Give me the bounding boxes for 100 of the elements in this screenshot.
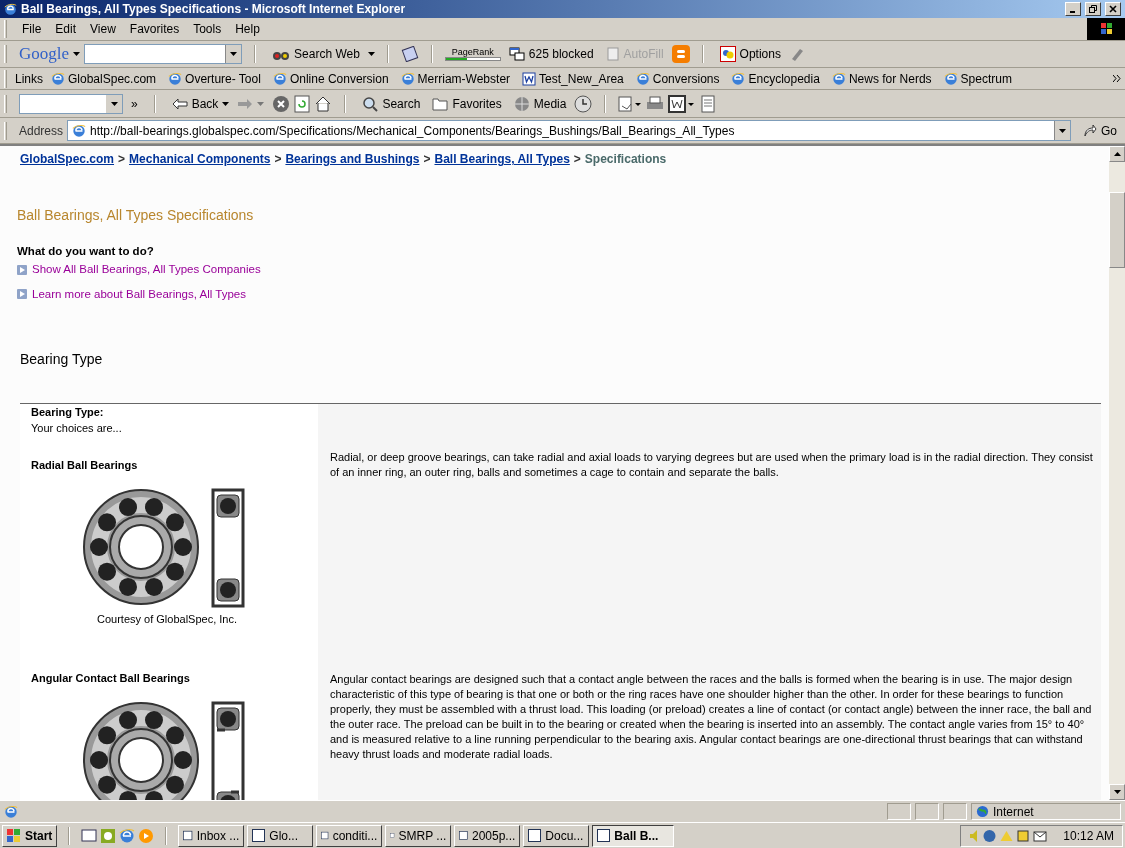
caret-icon (1059, 128, 1066, 133)
search-field[interactable] (84, 44, 243, 64)
app-icon (321, 829, 329, 842)
start-button[interactable]: Start (2, 824, 58, 847)
search-button[interactable]: Search (358, 94, 425, 113)
document-icon[interactable] (700, 94, 717, 113)
taskbar-button[interactable]: Inbox ... (178, 824, 245, 847)
clock: 10:12 AM (1063, 827, 1114, 845)
browser-icon (51, 71, 65, 86)
left-arrow-icon (171, 97, 188, 110)
taskbar-button[interactable]: Docu... (523, 824, 590, 847)
browser-icon (119, 827, 136, 844)
link-button[interactable]: Conversions (635, 69, 720, 88)
breadcrumb-separator: > (423, 151, 431, 168)
google-logo[interactable]: Google (19, 41, 81, 67)
windows-icon (508, 47, 525, 61)
blogger-icon (671, 45, 690, 63)
up-arrow-icon[interactable] (1113, 152, 1121, 156)
taskbar-button[interactable]: conditi... (316, 824, 383, 847)
breadcrumb-link[interactable]: Ball Bearings, All Types (434, 150, 570, 168)
caret-icon (230, 52, 238, 56)
link-button[interactable]: News for Nerds (831, 69, 932, 88)
vertical-scrollbar[interactable] (1109, 146, 1125, 800)
breadcrumb-link[interactable]: GlobalSpec.com (20, 150, 115, 168)
window-title: Ball Bearings, All Types Specifications - Microsoft Internet Explorer (21, 1, 407, 18)
link-button[interactable]: Encyclopedia (731, 69, 820, 88)
close-icon (1109, 5, 1117, 13)
link-button[interactable]: Spectrum (943, 69, 1012, 88)
breadcrumb-separator: > (573, 151, 581, 168)
menu-item[interactable]: Help (228, 20, 267, 38)
popup-blocker-button[interactable]: 625 blocked (504, 45, 598, 63)
menu-item[interactable]: Favorites (122, 20, 187, 38)
browser-icon (731, 71, 746, 86)
section-heading: Bearing Type (20, 349, 104, 369)
search-web-button[interactable]: Search Web (268, 45, 364, 63)
bearing-name: Angular Contact Ball Bearings (31, 670, 191, 686)
menu-item[interactable]: Tools (186, 20, 229, 38)
caret-icon (367, 52, 375, 56)
caret-icon (73, 52, 81, 56)
history-icon[interactable] (574, 94, 593, 113)
taskbar-button[interactable]: 2005p... (454, 824, 521, 847)
envelope-icon[interactable] (1033, 828, 1048, 843)
browser-icon (4, 804, 18, 819)
link-button[interactable]: Merriam-Webster (400, 69, 511, 88)
go-button[interactable]: Go (1075, 121, 1125, 140)
chevron-button[interactable]: » (127, 94, 142, 113)
windows-logo-icon (1087, 18, 1125, 40)
taskbar-button[interactable]: SMRP ... (385, 824, 452, 847)
taskbar-button[interactable]: Glo... (247, 824, 314, 847)
windows-logo-icon (7, 828, 21, 843)
app-icon (183, 829, 193, 842)
dropdown-field[interactable] (19, 93, 123, 114)
chevron-icon[interactable] (1113, 75, 1121, 82)
media-player-icon[interactable] (138, 827, 155, 844)
back-button[interactable]: Back (167, 94, 234, 113)
action-link[interactable]: Learn more about Ball Bearings, All Types (17, 285, 1101, 303)
page-title: Ball Bearings, All Types Specifications (17, 206, 255, 225)
taskbar-button[interactable]: Ball B... (592, 824, 675, 847)
menu-item[interactable]: File (15, 20, 49, 38)
links-label: Links (15, 70, 43, 88)
zone-panel: Internet (971, 803, 1121, 820)
restore-button[interactable] (1085, 2, 1101, 16)
breadcrumb-link[interactable]: Bearings and Bushings (285, 150, 420, 168)
scroll-thumb[interactable] (1109, 192, 1125, 268)
breadcrumb-link[interactable]: Mechanical Components (129, 150, 271, 168)
link-button[interactable]: Test_New_Area (522, 69, 624, 88)
breadcrumb-separator: > (118, 151, 126, 168)
app-icon (528, 829, 542, 842)
prompt-heading: What do you want to do? (17, 244, 155, 259)
menu-item[interactable]: View (83, 20, 123, 38)
action-link[interactable]: Show All Ball Bearings, All Types Companies (17, 261, 1101, 279)
stop-icon[interactable] (272, 94, 291, 113)
favorites-button[interactable]: Favorites (428, 94, 506, 113)
breadcrumb-current: Specifications (584, 151, 667, 168)
browser-icon (831, 71, 846, 86)
options-button[interactable]: Options (715, 45, 785, 63)
status-panel (943, 803, 967, 820)
desktop-icon[interactable] (81, 827, 98, 844)
down-arrow-icon[interactable] (1113, 790, 1121, 794)
browser-icon (635, 71, 650, 86)
search-icon (362, 95, 379, 112)
media-button[interactable]: Media (509, 94, 571, 113)
bearing-description: Angular contact bearings are designed such that a contact angle between the races and the balls is formed when the bearing is in use. The major design characteristic of this type of bearing is that one or both or the ring races have one shoulder higher than the other. In order for these bearings to function properly, they must be assembled with a thrust load. This loading (or preload) creates a line of contact (or contact angle) between the inner race, the ball and the outer race. The preload can be built in to the bearing or created when the bearing is inserted into an assembly. The contact angle varies from 15° to 40° and is measured relative to a line running perpendicular to the bearing axis. Angular contact bearings are one-directional thrust bearings that can withstand heavy thrust loads and moderate radial loads. (330, 671, 1093, 762)
close-button[interactable] (1105, 2, 1121, 16)
link-button[interactable]: GlobalSpec.com (51, 69, 157, 88)
mail-icon[interactable] (618, 95, 643, 112)
browser-icon (168, 71, 183, 86)
menu-item[interactable]: Edit (48, 20, 84, 38)
word-icon[interactable] (668, 94, 697, 113)
table-header: Bearing Type: (31, 404, 105, 420)
link-button[interactable]: Online Conversion (272, 69, 389, 88)
address-field[interactable]: http://ball-bearings.globalspec.com/Specifications/Mechanical_Components/Bearings_Bushings/Ball_Bearings_All_Types (67, 120, 1071, 141)
caret-icon (222, 101, 230, 106)
app-icon (459, 829, 468, 842)
status-panel (915, 803, 939, 820)
link-button[interactable]: Overture- Tool (168, 69, 261, 88)
home-icon[interactable] (314, 95, 333, 112)
minimize-button[interactable] (1065, 2, 1081, 16)
document-icon (522, 71, 537, 86)
print-icon[interactable] (646, 95, 665, 112)
